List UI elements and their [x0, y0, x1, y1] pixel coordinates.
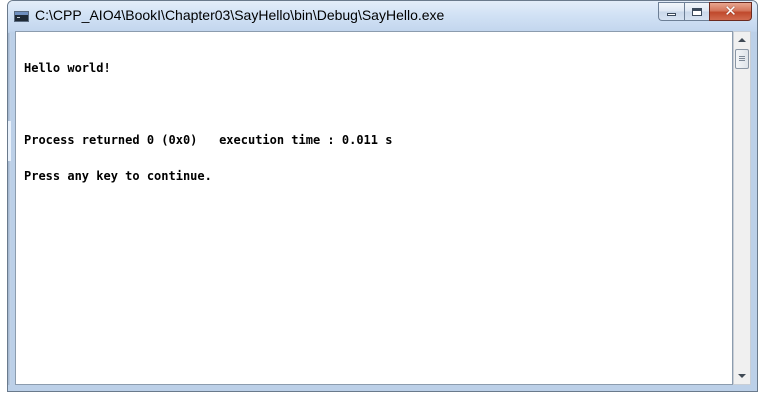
close-button[interactable]: ✕: [709, 2, 752, 21]
caption-buttons: ✕: [658, 2, 752, 21]
console-output: Hello world! Process returned 0 (0x0) ex…: [24, 38, 392, 206]
maximize-icon: [692, 8, 702, 16]
maximize-button[interactable]: [684, 2, 709, 21]
scroll-thumb[interactable]: [735, 49, 749, 69]
console-output-area[interactable]: Hello world! Process returned 0 (0x0) ex…: [15, 31, 733, 385]
console-line-process-returned: Process returned 0 (0x0) execution time …: [24, 133, 393, 147]
scroll-up-arrow-icon: [738, 38, 746, 42]
scroll-down-button[interactable]: [734, 368, 750, 384]
minimize-icon: [667, 13, 676, 16]
window-left-border: [8, 33, 11, 385]
window-border-highlight: [8, 121, 11, 161]
console-line-hello: Hello world!: [24, 61, 111, 75]
scroll-up-button[interactable]: [734, 32, 750, 48]
window-title: C:\CPP_AIO4\BookI\Chapter03\SayHello\bin…: [35, 7, 445, 23]
scroll-down-arrow-icon: [738, 374, 746, 378]
console-window-icon[interactable]: [14, 11, 29, 22]
scroll-thumb-grip-icon: [739, 56, 745, 57]
minimize-button[interactable]: [658, 2, 684, 21]
vertical-scrollbar[interactable]: [733, 31, 751, 385]
close-icon: ✕: [724, 2, 737, 20]
title-bar[interactable]: C:\CPP_AIO4\BookI\Chapter03\SayHello\bin…: [8, 1, 757, 31]
console-line-blank: [24, 98, 392, 110]
console-window: C:\CPP_AIO4\BookI\Chapter03\SayHello\bin…: [7, 0, 758, 392]
console-line-press-any-key: Press any key to continue.: [24, 169, 212, 183]
